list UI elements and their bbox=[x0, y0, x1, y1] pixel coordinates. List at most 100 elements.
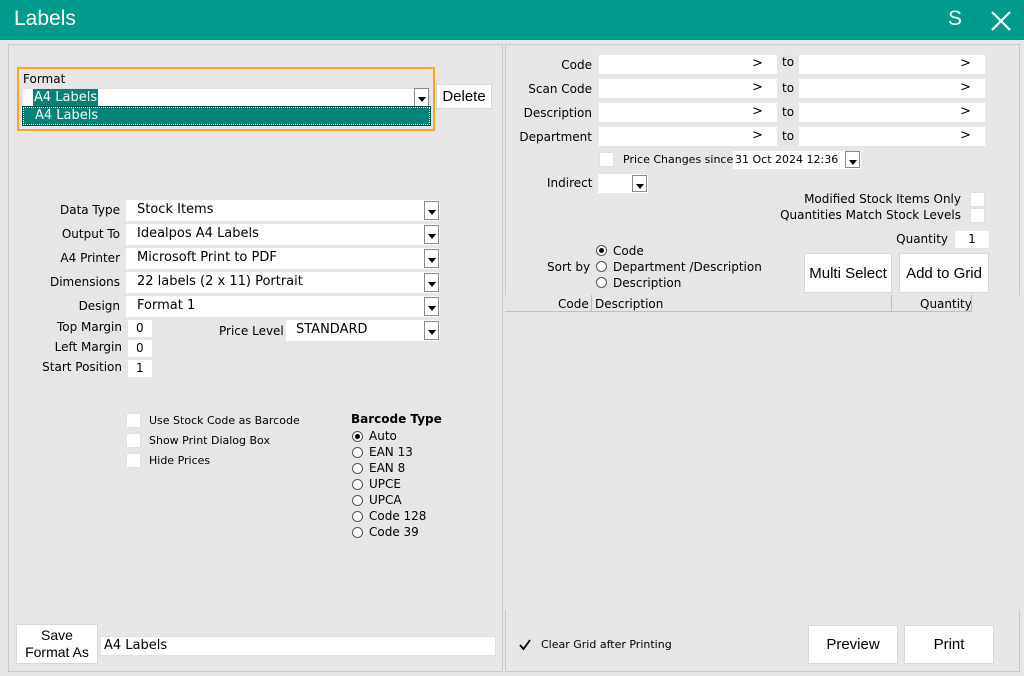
scan-code-from-lookup[interactable]: > bbox=[752, 80, 763, 95]
top-margin-label: Top Margin bbox=[56, 320, 122, 334]
show-print-dialog-checkbox[interactable] bbox=[126, 433, 141, 448]
delete-button[interactable]: Delete bbox=[436, 84, 492, 109]
start-position-label: Start Position bbox=[42, 360, 122, 374]
barcode-label-auto: Auto bbox=[369, 429, 397, 443]
dimensions-dropdown[interactable] bbox=[424, 273, 439, 292]
barcode-label-upce: UPCE bbox=[369, 477, 401, 491]
description-from-lookup[interactable]: > bbox=[752, 104, 763, 119]
dimensions-combo[interactable]: 22 labels (2 x 11) Portrait bbox=[126, 272, 440, 293]
department-from-field[interactable] bbox=[599, 127, 777, 146]
sort-radio-code[interactable] bbox=[596, 245, 607, 256]
format-dropdown-button[interactable] bbox=[414, 88, 429, 107]
use-stock-code-checkbox[interactable] bbox=[126, 413, 141, 428]
multi-select-button[interactable]: Multi Select bbox=[804, 253, 892, 293]
design-combo[interactable]: Format 1 bbox=[126, 296, 440, 317]
barcode-label-ean8: EAN 8 bbox=[369, 461, 406, 475]
code-label: Code bbox=[561, 58, 592, 72]
barcode-radio-auto[interactable] bbox=[352, 431, 363, 442]
output-to-combo[interactable]: Idealpos A4 Labels bbox=[126, 224, 440, 245]
indirect-dropdown[interactable] bbox=[632, 175, 647, 192]
s-button[interactable]: S bbox=[948, 7, 962, 31]
grid-divider bbox=[591, 295, 592, 312]
design-label: Design bbox=[78, 299, 120, 313]
description-to-field[interactable] bbox=[799, 103, 985, 122]
left-margin-field[interactable]: 0 bbox=[128, 340, 152, 357]
print-button[interactable]: Print bbox=[904, 625, 994, 664]
clear-grid-label: Clear Grid after Printing bbox=[541, 638, 672, 651]
sort-label-code: Code bbox=[613, 244, 644, 258]
sort-radio-department-description[interactable] bbox=[596, 261, 607, 272]
scan-code-label: Scan Code bbox=[528, 82, 592, 96]
modified-only-label: Modified Stock Items Only bbox=[804, 192, 961, 206]
output-to-dropdown[interactable] bbox=[424, 225, 439, 244]
check-icon[interactable] bbox=[518, 638, 532, 652]
grid-header-quantity[interactable]: Quantity bbox=[920, 297, 972, 311]
dimensions-label: Dimensions bbox=[49, 275, 120, 289]
description-to-lookup[interactable]: > bbox=[960, 104, 971, 119]
save-format-as-button[interactable]: Save Format As bbox=[16, 624, 98, 664]
grid-header-code[interactable]: Code bbox=[558, 297, 589, 311]
grid-header-description[interactable]: Description bbox=[595, 297, 663, 311]
department-to-lookup[interactable]: > bbox=[960, 128, 971, 143]
price-date-dropdown[interactable] bbox=[845, 151, 860, 168]
hide-prices-checkbox[interactable] bbox=[126, 453, 141, 468]
department-label: Department bbox=[519, 130, 592, 144]
start-position-field[interactable]: 1 bbox=[128, 360, 152, 377]
barcode-label-code128: Code 128 bbox=[369, 509, 427, 523]
barcode-label-ean13: EAN 13 bbox=[369, 445, 413, 459]
barcode-radio-ean13[interactable] bbox=[352, 447, 363, 458]
format-label: Format bbox=[23, 72, 66, 86]
a4-printer-combo[interactable]: Microsoft Print to PDF bbox=[126, 248, 440, 269]
data-type-dropdown[interactable] bbox=[424, 201, 439, 220]
modified-only-checkbox[interactable] bbox=[970, 192, 985, 207]
price-changes-date[interactable]: 31 Oct 2024 12:36 bbox=[733, 151, 861, 169]
description-from-field[interactable] bbox=[599, 103, 777, 122]
design-dropdown[interactable] bbox=[424, 297, 439, 316]
code-to-lookup[interactable]: > bbox=[960, 56, 971, 71]
left-panel bbox=[8, 44, 503, 672]
qty-match-label: Quantities Match Stock Levels bbox=[780, 208, 961, 222]
barcode-radio-ean8[interactable] bbox=[352, 463, 363, 474]
scan-code-to-field[interactable] bbox=[799, 79, 985, 98]
scan-code-to-label: to bbox=[782, 81, 795, 95]
window-title: Labels bbox=[14, 7, 76, 30]
price-changes-checkbox[interactable] bbox=[599, 152, 614, 167]
price-level-dropdown[interactable] bbox=[424, 321, 439, 340]
sort-label-department-description: Department /Description bbox=[613, 260, 762, 274]
description-to-label: to bbox=[782, 105, 795, 119]
barcode-label-code39: Code 39 bbox=[369, 525, 419, 539]
code-to-field[interactable] bbox=[799, 55, 985, 74]
department-to-field[interactable] bbox=[799, 127, 985, 146]
sort-radio-description[interactable] bbox=[596, 277, 607, 288]
a4-printer-dropdown[interactable] bbox=[424, 249, 439, 268]
data-type-combo[interactable]: Stock Items bbox=[126, 200, 440, 221]
price-level-combo[interactable]: STANDARD bbox=[286, 320, 440, 341]
preview-button[interactable]: Preview bbox=[808, 625, 898, 664]
barcode-radio-upca[interactable] bbox=[352, 495, 363, 506]
barcode-radio-code128[interactable] bbox=[352, 511, 363, 522]
grid-area[interactable] bbox=[505, 295, 1020, 610]
code-to-label: to bbox=[782, 55, 795, 69]
close-icon[interactable] bbox=[988, 8, 1014, 34]
price-changes-label: Price Changes since bbox=[623, 153, 734, 166]
barcode-radio-code39[interactable] bbox=[352, 527, 363, 538]
top-margin-field[interactable]: 0 bbox=[128, 320, 152, 337]
code-from-lookup[interactable]: > bbox=[752, 56, 763, 71]
save-format-name-field[interactable]: A4 Labels bbox=[100, 636, 496, 656]
department-from-lookup[interactable]: > bbox=[752, 128, 763, 143]
title-bar bbox=[0, 0, 1024, 40]
code-from-field[interactable] bbox=[599, 55, 777, 74]
output-to-label: Output To bbox=[61, 227, 120, 241]
scan-code-to-lookup[interactable]: > bbox=[960, 80, 971, 95]
quantity-field[interactable]: 1 bbox=[955, 231, 989, 248]
a4-printer-label: A4 Printer bbox=[60, 251, 120, 265]
add-to-grid-button[interactable]: Add to Grid bbox=[899, 253, 989, 293]
scan-code-from-field[interactable] bbox=[599, 79, 777, 98]
indirect-label: Indirect bbox=[547, 176, 593, 190]
qty-match-checkbox[interactable] bbox=[970, 208, 985, 223]
barcode-radio-upce[interactable] bbox=[352, 479, 363, 490]
department-to-label: to bbox=[782, 129, 795, 143]
format-selected: A4 Labels bbox=[33, 89, 99, 106]
grid-divider bbox=[891, 295, 892, 312]
sort-label-description: Description bbox=[613, 276, 682, 290]
